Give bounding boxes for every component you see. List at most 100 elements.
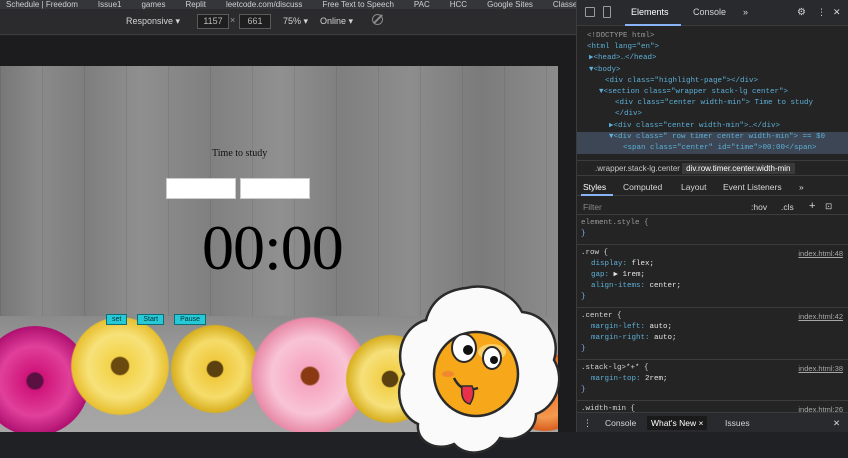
property-name[interactable]: gap: [591, 271, 605, 279]
breadcrumb: .wrapper.stack-lg.center div.row.timer.c…: [577, 160, 848, 176]
throttle-label: Online: [320, 16, 347, 26]
bookmark-item[interactable]: Issue1: [92, 0, 122, 9]
more-options-icon[interactable]: ⋮: [817, 7, 826, 18]
tab-computed[interactable]: Computed: [623, 182, 662, 192]
css-rule[interactable]: .stack-lg>*+* { index.html:38 margin-top…: [577, 360, 848, 401]
drawer-menu-icon[interactable]: ⋮: [583, 418, 592, 429]
dom-node-selected[interactable]: ▼<div class=" row timer center width-min…: [577, 131, 848, 144]
rule-source-link[interactable]: index.html:38: [798, 363, 843, 374]
property-value[interactable]: 2rem;: [645, 375, 668, 383]
tab-console[interactable]: Console: [693, 7, 726, 17]
class-toggle[interactable]: .cls: [781, 202, 794, 212]
property-name[interactable]: margin-top: [591, 375, 636, 383]
styles-filter-bar: Filter :hov .cls + ⊡: [577, 198, 848, 215]
bookmark-item[interactable]: Google Sites: [481, 0, 533, 9]
viewport-width-input[interactable]: 1157: [197, 14, 229, 29]
close-devtools-icon[interactable]: ✕: [833, 7, 841, 18]
timer-display: 00:00: [202, 212, 344, 283]
start-button[interactable]: Start: [137, 314, 165, 325]
drawer-tab-whats-new[interactable]: What's New ×: [647, 416, 708, 430]
zoom-label: 75%: [283, 16, 302, 26]
property-value[interactable]: ▶ 1rem;: [614, 271, 646, 279]
rule-source-link[interactable]: index.html:48: [798, 248, 843, 259]
devtools-panel: Elements Console » ⚙ ⋮ ✕ <!DOCTYPE html>…: [576, 0, 848, 432]
breadcrumb-item[interactable]: .wrapper.stack-lg.center: [595, 164, 680, 173]
more-tabs-icon[interactable]: »: [743, 7, 748, 17]
device-toggle-icon[interactable]: [603, 6, 611, 18]
minutes-input[interactable]: [166, 178, 236, 199]
dom-node[interactable]: <div class="highlight-page"></div>: [577, 76, 848, 87]
more-style-tabs-icon[interactable]: »: [799, 182, 804, 192]
active-tab-indicator: [625, 24, 681, 26]
rule-close-brace: }: [581, 345, 586, 353]
rotate-icon[interactable]: [372, 14, 383, 25]
devtools-tab-bar: Elements Console » ⚙ ⋮ ✕: [577, 0, 848, 26]
property-name[interactable]: align-items: [591, 282, 641, 290]
bookmark-item[interactable]: Schedule | Freedom: [0, 0, 78, 9]
devtools-drawer-tabs: ⋮ Console What's New × Issues ✕: [577, 412, 848, 432]
property-name[interactable]: display: [591, 260, 623, 268]
settings-gear-icon[interactable]: ⚙: [797, 7, 806, 18]
rule-source-link[interactable]: index.html:42: [798, 311, 843, 322]
seconds-input[interactable]: [240, 178, 310, 199]
property-value[interactable]: flex;: [632, 260, 655, 268]
css-rule[interactable]: element.style { }: [577, 215, 848, 245]
timer-controls: set Start Pause: [106, 314, 206, 325]
bookmark-item[interactable]: games: [135, 0, 165, 9]
bookmark-item[interactable]: HCC: [444, 0, 467, 9]
rule-close-brace: }: [581, 230, 586, 238]
property-value[interactable]: center;: [650, 282, 682, 290]
page-heading: Time to study: [212, 148, 268, 159]
active-style-tab-indicator: [581, 194, 613, 196]
device-mode-label: Responsive: [126, 16, 174, 26]
property-value[interactable]: auto;: [650, 323, 673, 331]
dom-node[interactable]: <span class="center" id="time">00:00</sp…: [577, 143, 848, 155]
bookmark-item[interactable]: leetcode.com/discuss: [220, 0, 302, 9]
set-button[interactable]: set: [106, 314, 128, 325]
tab-elements[interactable]: Elements: [631, 7, 669, 17]
dom-node[interactable]: ▶<head>…</head>: [577, 53, 848, 64]
hover-state-toggle[interactable]: :hov: [751, 202, 767, 212]
filter-input[interactable]: Filter: [583, 202, 602, 212]
zoom-dropdown[interactable]: 75% ▾: [283, 16, 308, 27]
rule-close-brace: }: [581, 293, 586, 301]
rule-selector: element.style {: [581, 219, 649, 227]
css-rule[interactable]: .row { index.html:48 display: flex; gap:…: [577, 245, 848, 308]
styles-tab-bar: Styles Computed Layout Event Listeners »: [577, 178, 848, 196]
breadcrumb-item-current[interactable]: div.row.timer.center.width-min: [682, 163, 795, 174]
add-rule-icon[interactable]: +: [809, 200, 815, 212]
property-name[interactable]: margin-right: [591, 334, 645, 342]
tab-styles[interactable]: Styles: [583, 182, 606, 192]
inspect-element-icon[interactable]: [585, 7, 595, 17]
bookmark-item[interactable]: Replit: [180, 0, 206, 9]
device-toolbar: Responsive ▾ 1157 × 661 75% ▾ Online ▾: [0, 9, 576, 35]
dom-node[interactable]: <div class="center width-min"> Time to s…: [577, 98, 848, 109]
computed-sidebar-icon[interactable]: ⊡: [825, 201, 832, 212]
bookmark-item[interactable]: Classes - Program: [547, 0, 576, 9]
property-name[interactable]: margin-left: [591, 323, 641, 331]
rule-close-brace: }: [581, 386, 586, 394]
drawer-tab-issues[interactable]: Issues: [725, 418, 750, 428]
property-value[interactable]: auto;: [654, 334, 677, 342]
drawer-tab-console[interactable]: Console: [605, 418, 636, 428]
tab-layout[interactable]: Layout: [681, 182, 707, 192]
tab-event-listeners[interactable]: Event Listeners: [723, 182, 782, 192]
bookmark-item[interactable]: Free Text to Speech: [316, 0, 393, 9]
close-drawer-icon[interactable]: ✕: [833, 418, 840, 429]
viewport-area: Time to study 00:00 set Start Pause: [0, 36, 576, 454]
pause-button[interactable]: Pause: [174, 314, 206, 325]
device-mode-dropdown[interactable]: Responsive ▾: [126, 16, 180, 27]
viewport-height-input[interactable]: 661: [239, 14, 271, 29]
dom-node[interactable]: <html lang="en">: [577, 42, 848, 53]
dom-node[interactable]: <!DOCTYPE html>: [577, 31, 848, 42]
css-rules-list: element.style { } .row { index.html:48 d…: [577, 215, 848, 414]
bookmark-item[interactable]: PAC: [408, 0, 430, 9]
dom-node[interactable]: </div>: [577, 109, 848, 120]
css-rule[interactable]: .center { index.html:42 margin-left: aut…: [577, 308, 848, 360]
dom-tree: <!DOCTYPE html> <html lang="en"> ▶<head>…: [577, 27, 848, 162]
throttle-dropdown[interactable]: Online ▾: [320, 16, 353, 27]
dimension-separator: ×: [230, 15, 236, 25]
dom-node[interactable]: ▼<section class="wrapper stack-lg center…: [577, 87, 848, 98]
dom-node[interactable]: ▶<div class="center width-min">…</div>: [577, 121, 848, 132]
dom-node[interactable]: ▼<body>: [577, 65, 848, 76]
